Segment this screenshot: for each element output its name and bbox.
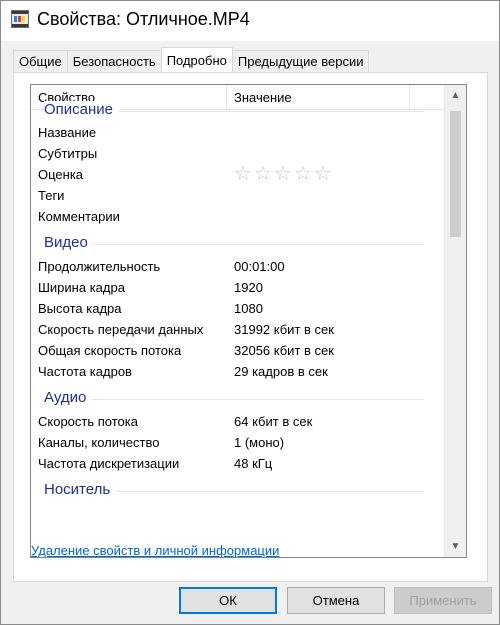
property-name: Продолжительность [38,259,161,274]
cancel-button[interactable]: Отмена [287,587,385,614]
property-name: Теги [38,188,65,203]
property-name: Скорость передачи данных [38,322,204,337]
property-value: 1080 [234,301,263,316]
vertical-scrollbar[interactable]: ▲ ▼ [444,85,466,557]
property-name: Название [38,125,97,140]
window-title: Свойства: Отличное.MP4 [37,9,250,29]
tab-security[interactable]: Безопасность [66,50,162,72]
apply-button[interactable]: Применить [394,587,492,614]
group-title: Видео [44,234,94,251]
star-outline-icon[interactable]: ☆ [274,163,294,185]
details-tab-panel: Свойство Значение Описание Название Субт… [13,72,488,582]
property-name: Частота дискретизации [38,456,180,471]
property-name: Частота кадров [38,364,132,379]
property-row[interactable]: Название [31,123,444,144]
star-outline-icon[interactable]: ☆ [254,163,274,185]
property-name: Субтитры [38,146,98,161]
property-name: Комментарии [38,209,120,224]
tab-general[interactable]: Общие [13,50,68,72]
chevron-down-icon[interactable]: ▼ [445,536,466,557]
property-name: Высота кадра [38,301,122,316]
property-value: 31992 кбит в сек [234,322,334,337]
property-row[interactable]: Комментарии [31,207,444,228]
property-value: 32056 кбит в сек [234,343,334,358]
star-outline-icon[interactable]: ☆ [314,163,334,185]
group-header-audio[interactable]: Аудио [31,389,444,409]
scrollbar-thumb[interactable] [450,111,461,237]
group-header-media[interactable]: Носитель [31,481,444,501]
video-file-icon [11,10,29,28]
property-name: Общая скорость потока [38,343,182,358]
property-value: 29 кадров в сек [234,364,328,379]
property-row[interactable]: Ширина кадра 1920 [31,278,444,299]
dialog-client-area: Общие Безопасность Подробно Предыдущие в… [1,41,499,624]
properties-list[interactable]: Свойство Значение Описание Название Субт… [30,84,467,558]
star-outline-icon[interactable]: ☆ [294,163,314,185]
property-value: 1920 [234,280,263,295]
property-value: 64 кбит в сек [234,414,313,429]
tab-previous-versions[interactable]: Предыдущие версии [231,50,370,72]
property-row[interactable]: Субтитры [31,144,444,165]
rating-stars[interactable]: ☆ ☆ ☆ ☆ ☆ [234,163,334,185]
property-row[interactable]: Частота дискретизации 48 кГц [31,454,444,475]
group-title: Описание [44,101,120,118]
properties-window: Свойства: Отличное.MP4 Общие Безопасност… [0,0,500,625]
group-header-description[interactable]: Описание [31,101,444,121]
property-value: 48 кГц [234,456,273,471]
property-value: 00:01:00 [234,259,285,274]
group-title: Носитель [44,481,117,498]
chevron-up-icon[interactable]: ▲ [445,85,466,106]
property-row-rating[interactable]: Оценка ☆ ☆ ☆ ☆ ☆ [31,163,444,186]
property-row[interactable]: Каналы, количество 1 (моно) [31,433,444,454]
remove-properties-link[interactable]: Удаление свойств и личной информации [31,543,279,558]
property-row[interactable]: Скорость потока 64 кбит в сек [31,412,444,433]
tab-strip: Общие Безопасность Подробно Предыдущие в… [13,47,370,72]
property-row[interactable]: Частота кадров 29 кадров в сек [31,362,444,383]
property-name: Ширина кадра [38,280,125,295]
property-row[interactable]: Общая скорость потока 32056 кбит в сек [31,341,444,362]
property-name: Каналы, количество [38,435,160,450]
property-row[interactable]: Высота кадра 1080 [31,299,444,320]
property-name: Оценка [38,167,84,182]
property-row[interactable]: Скорость передачи данных 31992 кбит в се… [31,320,444,341]
group-header-video[interactable]: Видео [31,234,444,254]
property-value: 1 (моно) [234,435,285,450]
property-row[interactable]: Теги [31,186,444,207]
property-row[interactable]: Продолжительность 00:01:00 [31,257,444,278]
ok-button[interactable]: ОК [179,587,277,614]
property-name: Скорость потока [38,414,138,429]
title-bar[interactable]: Свойства: Отличное.MP4 [1,1,499,41]
tab-details[interactable]: Подробно [160,47,233,72]
group-title: Аудио [44,389,93,406]
star-outline-icon[interactable]: ☆ [234,163,254,185]
